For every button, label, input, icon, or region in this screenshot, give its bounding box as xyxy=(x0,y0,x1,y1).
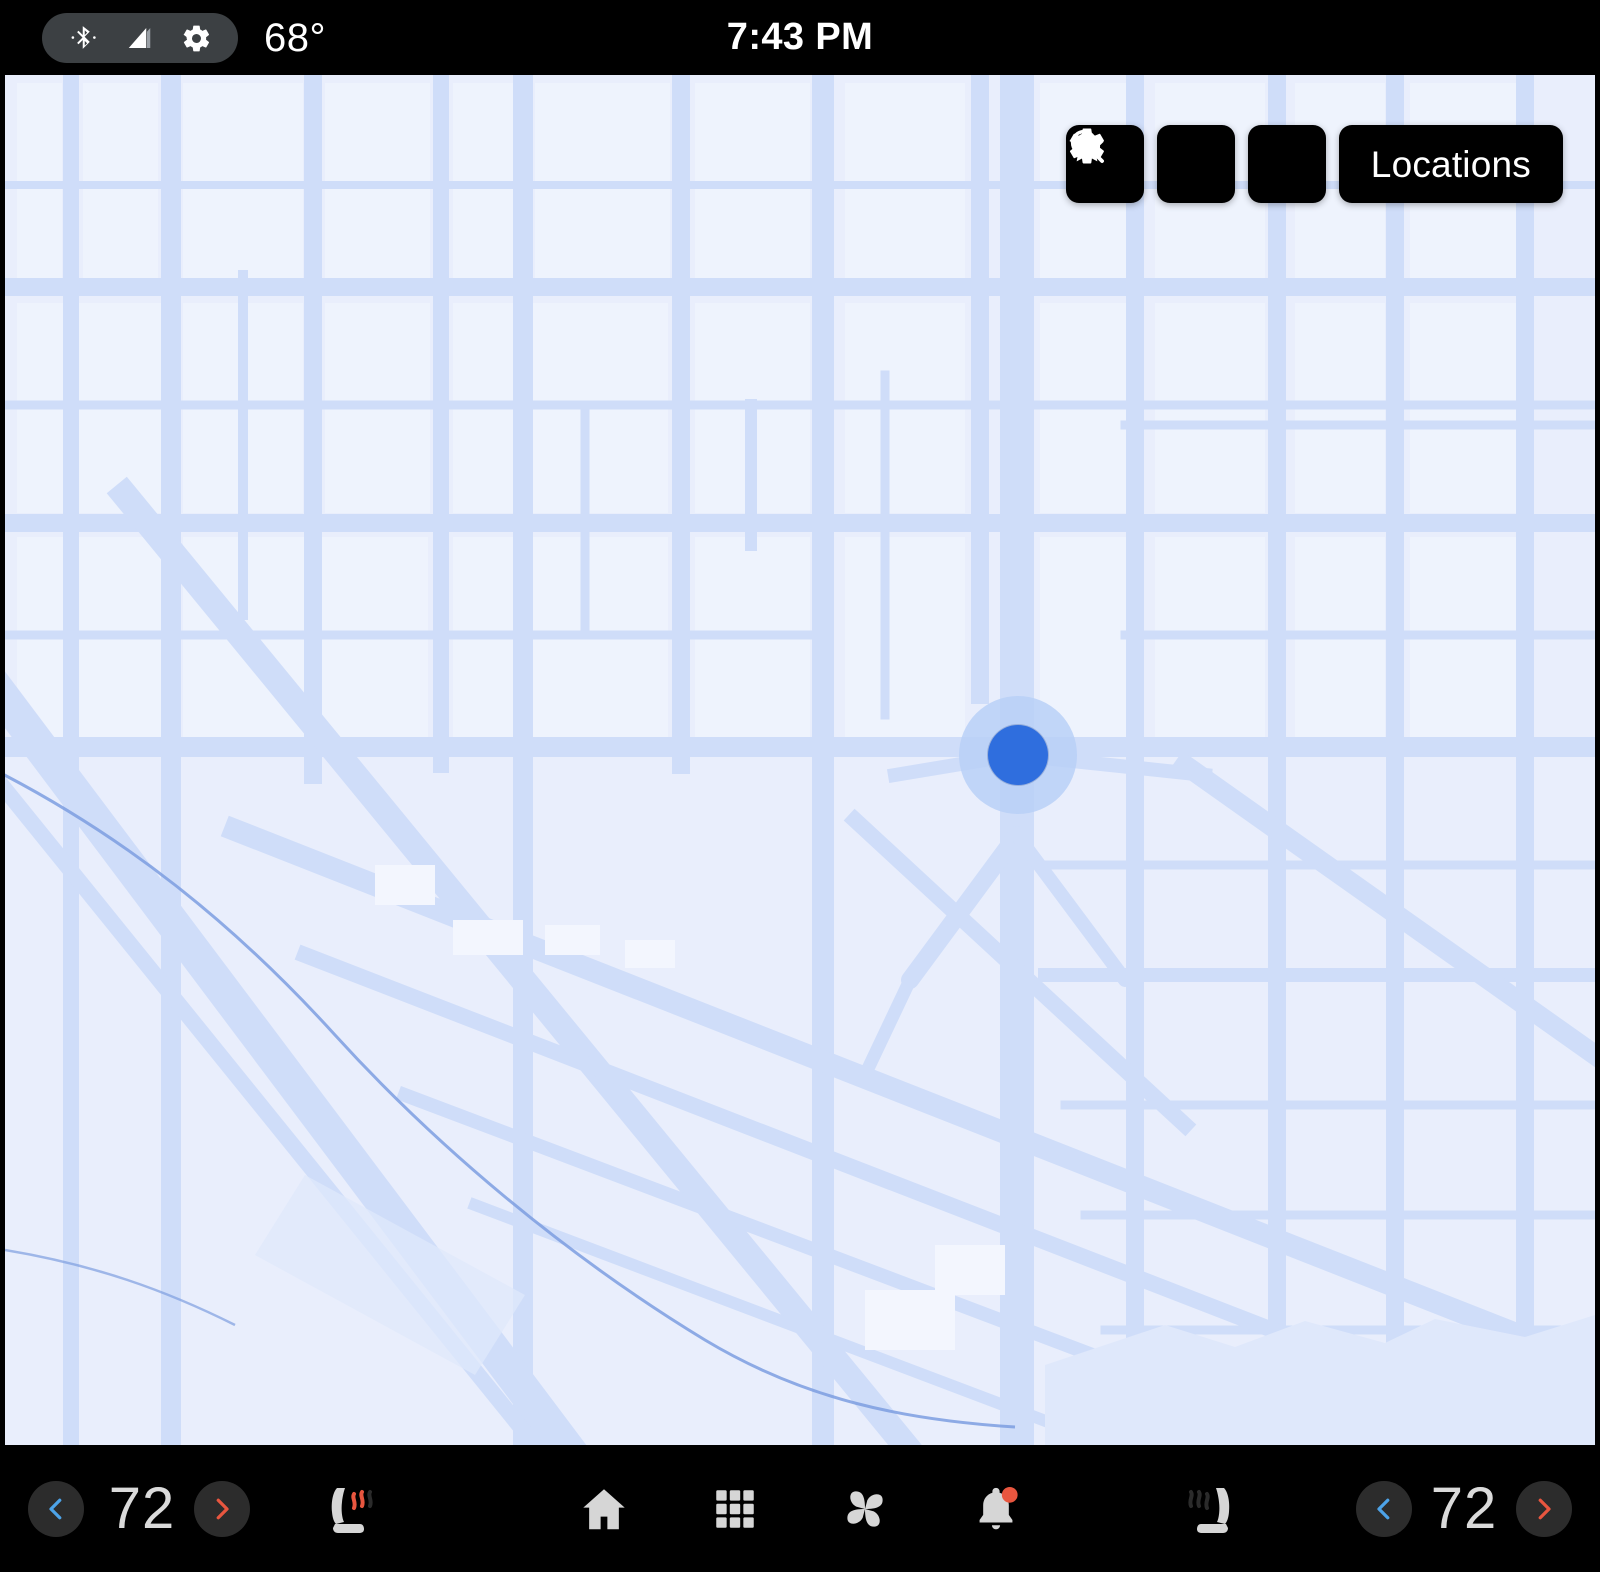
heated-seat-icon xyxy=(1177,1478,1247,1540)
chevron-left-icon xyxy=(41,1494,71,1524)
home-button[interactable] xyxy=(560,1470,648,1548)
passenger-climate-control: 72 xyxy=(1356,1445,1572,1572)
passenger-temperature-value: 72 xyxy=(1430,1475,1498,1541)
chevron-right-icon xyxy=(1529,1494,1559,1524)
map-streets xyxy=(5,75,1595,1445)
passenger-temp-decrease-button[interactable] xyxy=(1356,1480,1412,1537)
locations-button[interactable]: Locations xyxy=(1338,125,1563,203)
passenger-seat-heater-group xyxy=(1173,1445,1251,1572)
map-controls: Locations xyxy=(1065,125,1563,203)
bell-icon xyxy=(969,1482,1023,1536)
current-location-marker xyxy=(959,696,1077,814)
bottom-control-bar: 72 72 xyxy=(0,1445,1600,1572)
heated-seat-icon xyxy=(314,1478,384,1540)
passenger-seat-heater-button[interactable] xyxy=(1173,1470,1251,1548)
home-icon xyxy=(577,1482,631,1536)
driver-seat-heater-button[interactable] xyxy=(310,1470,388,1548)
map-area: Locations xyxy=(0,75,1600,1445)
apps-button[interactable] xyxy=(691,1470,779,1548)
driver-temp-decrease-button[interactable] xyxy=(28,1480,84,1537)
driver-seat-heater-group xyxy=(310,1445,388,1572)
driver-temperature-value: 72 xyxy=(108,1475,176,1541)
grid-icon xyxy=(710,1484,760,1534)
fan-icon xyxy=(837,1481,893,1537)
location-dot xyxy=(988,725,1048,785)
status-bar: 68° 7:43 PM xyxy=(0,0,1600,75)
locations-button-label: Locations xyxy=(1370,143,1531,185)
map-canvas[interactable]: Locations xyxy=(5,75,1595,1445)
chevron-left-icon xyxy=(1369,1494,1399,1524)
driver-temp-increase-button[interactable] xyxy=(194,1480,250,1537)
map-settings-button[interactable] xyxy=(1069,125,1235,203)
favorites-button[interactable] xyxy=(1070,125,1326,203)
main-navigation xyxy=(560,1445,1040,1572)
chevron-right-icon xyxy=(207,1494,237,1524)
climate-button[interactable] xyxy=(821,1470,909,1548)
passenger-temp-increase-button[interactable] xyxy=(1516,1480,1572,1537)
driver-climate-control: 72 xyxy=(28,1445,250,1572)
infotainment-screen: 68° 7:43 PM Locations 72 72 xyxy=(0,0,1600,1572)
notifications-button[interactable] xyxy=(952,1470,1040,1548)
status-clock: 7:43 PM xyxy=(726,16,874,58)
